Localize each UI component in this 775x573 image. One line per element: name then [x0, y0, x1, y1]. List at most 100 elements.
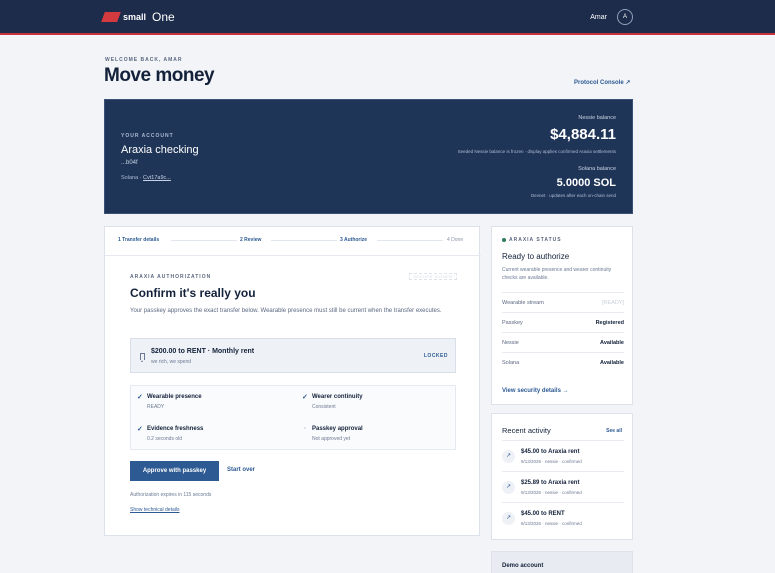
view-security-details-link[interactable]: View security details → [502, 388, 569, 394]
status-title: Ready to authorize [502, 252, 570, 261]
protocol-console-link[interactable]: Protocol Console ↗ [574, 79, 630, 86]
check-status: 0.2 seconds old [147, 436, 183, 442]
solana-balance-note: Devnet · updates after each on-chain sen… [530, 193, 616, 198]
check-title: Wearer continuity [312, 394, 363, 400]
recent-activity-title: Recent activity [502, 426, 551, 435]
pending-dot-icon: · [304, 426, 306, 432]
user-menu[interactable]: Amar A [590, 9, 633, 25]
transfer-summary: $200.00 to RENT · Monthly rent we rich, … [130, 338, 456, 373]
account-label: YOUR ACCOUNT [121, 133, 174, 139]
solana-balance-label: Solana balance [578, 166, 616, 172]
activity-amount: $45.00 to Araxia rent [521, 449, 580, 455]
check-status: Consistent [312, 404, 336, 410]
recent-activity-card: Recent activity See all ↗ $45.00 to Arax… [491, 413, 633, 540]
authorization-label: ARAXIA AUTHORIZATION [130, 274, 212, 280]
account-name: Araxia checking [121, 144, 199, 156]
activity-meta: 9/13/2026 · nessie · confirmed [521, 521, 582, 526]
check-evidence-freshness: ✓ Evidence freshness 0.2 seconds old [137, 426, 204, 442]
arrow-up-right-icon: ↗ [502, 450, 515, 463]
see-all-link[interactable]: See all [606, 428, 622, 434]
status-row-passkey: Passkey Registered [502, 312, 624, 332]
step-transfer-details[interactable]: 1 Transfer details [118, 237, 159, 243]
solana-address-link[interactable]: Cvt17a9c... [143, 175, 171, 181]
user-name: Amar [590, 13, 607, 21]
logo-text-one: One [152, 10, 175, 24]
check-status: Not approved yet [312, 436, 351, 442]
welcome-text: WELCOME BACK, AMAR [105, 57, 183, 63]
status-row-value: [READY] [601, 300, 624, 306]
status-row-solana: Solana Available [502, 352, 624, 372]
check-wearable-presence: ✓ Wearable presence READY [137, 394, 202, 410]
locked-badge: LOCKED [423, 353, 448, 359]
status-row-wearable-stream: Wearable stream [READY] [502, 292, 624, 312]
check-title: Wearable presence [147, 394, 202, 400]
status-row-value: Available [600, 360, 624, 366]
step-done: 4 Done [447, 237, 464, 243]
nessie-balance-amount: $4,884.11 [550, 126, 616, 143]
activity-amount: $45.00 to RENT [521, 511, 565, 517]
transfer-summary-memo: we rich, we spend [151, 359, 192, 365]
account-number: ...b04f [121, 160, 138, 166]
step-divider [171, 240, 237, 241]
solana-address-row: Solana · Cvt17a9c... [121, 175, 171, 181]
bookmark-icon [140, 353, 145, 362]
activity-amount: $25.89 to Araxia rent [521, 480, 580, 486]
list-item[interactable]: ↗ $45.00 to Araxia rent 9/13/2026 · ness… [502, 440, 624, 471]
check-passkey-approval: · Passkey approval Not approved yet [304, 426, 363, 442]
top-nav-bar: small One Amar A [0, 0, 775, 35]
nessie-balance-label: Nessie balance [578, 115, 616, 121]
status-label-text: ARAXIA STATUS [509, 237, 562, 243]
nessie-balance-note: Seeded Nessie balance is frozen · displa… [457, 149, 616, 154]
approve-with-passkey-button[interactable]: Approve with passkey [130, 461, 219, 481]
arrow-up-right-icon: ↗ [502, 512, 515, 525]
check-title: Passkey approval [312, 426, 363, 432]
check-title: Evidence freshness [147, 426, 204, 432]
status-description: Current wearable presence and wearer con… [502, 267, 612, 281]
demo-account-label: Demo account [502, 563, 544, 569]
confirm-title: Confirm it's really you [130, 286, 256, 300]
status-row-key: Nessie [502, 340, 519, 346]
solana-address-label: Solana · [121, 175, 144, 181]
status-label: ARAXIA STATUS [502, 237, 562, 243]
step-authorize[interactable]: 3 Authorize [340, 237, 367, 243]
demo-account-card: Demo account [491, 551, 633, 573]
transfer-summary-main: $200.00 to RENT · Monthly rent [151, 348, 255, 355]
check-icon: ✓ [137, 394, 143, 401]
confirm-description: Your passkey approves the exact transfer… [130, 308, 442, 314]
avatar[interactable]: A [617, 9, 633, 25]
brand-logo[interactable]: small One [101, 10, 175, 24]
logo-text-small: small [123, 12, 147, 22]
araxia-status-card: ARAXIA STATUS Ready to authorize Current… [491, 226, 633, 405]
page-title: Move money [104, 65, 215, 86]
transfer-card: 1 Transfer details 2 Review 3 Authorize … [104, 226, 481, 537]
status-row-value: Registered [595, 320, 624, 326]
status-dot-icon [502, 237, 506, 242]
activity-meta: 9/13/2026 · nessie · confirmed [521, 459, 582, 464]
presence-checks: ✓ Wearable presence READY ✓ Wearer conti… [130, 385, 456, 450]
arrow-up-right-icon: ↗ [502, 481, 515, 494]
status-row-key: Wearable stream [502, 300, 544, 306]
authorization-expiry: Authorization expires in 115 seconds [130, 492, 212, 498]
stepper: 1 Transfer details 2 Review 3 Authorize … [105, 227, 481, 254]
step-review[interactable]: 2 Review [240, 237, 261, 243]
list-item[interactable]: ↗ $25.89 to Araxia rent 9/13/2026 · ness… [502, 471, 624, 502]
check-icon: ✓ [137, 426, 143, 433]
start-over-link[interactable]: Start over [227, 467, 255, 473]
status-row-nessie: Nessie Available [502, 332, 624, 352]
show-technical-details-link[interactable]: Show technical details [130, 507, 179, 513]
activity-meta: 9/13/2026 · nessie · confirmed [521, 490, 582, 495]
status-row-key: Passkey [502, 320, 523, 326]
solana-balance-amount: 5.0000 SOL [556, 177, 616, 189]
list-item[interactable]: ↗ $45.00 to RENT 9/13/2026 · nessie · co… [502, 502, 624, 533]
check-status: READY [147, 404, 165, 410]
check-icon: ✓ [302, 394, 308, 401]
authorization-panel: ARAXIA AUTHORIZATION SECURE SIGNER Confi… [105, 255, 481, 537]
step-divider [377, 240, 443, 241]
logo-mark-icon [101, 12, 121, 22]
status-row-value: Available [600, 340, 624, 346]
check-wearer-continuity: ✓ Wearer continuity Consistent [302, 394, 363, 410]
status-row-key: Solana [502, 360, 520, 366]
secure-signer-badge: SECURE SIGNER [409, 273, 457, 280]
account-summary-card: YOUR ACCOUNT Araxia checking ...b04f Sol… [104, 99, 633, 214]
step-divider [271, 240, 337, 241]
